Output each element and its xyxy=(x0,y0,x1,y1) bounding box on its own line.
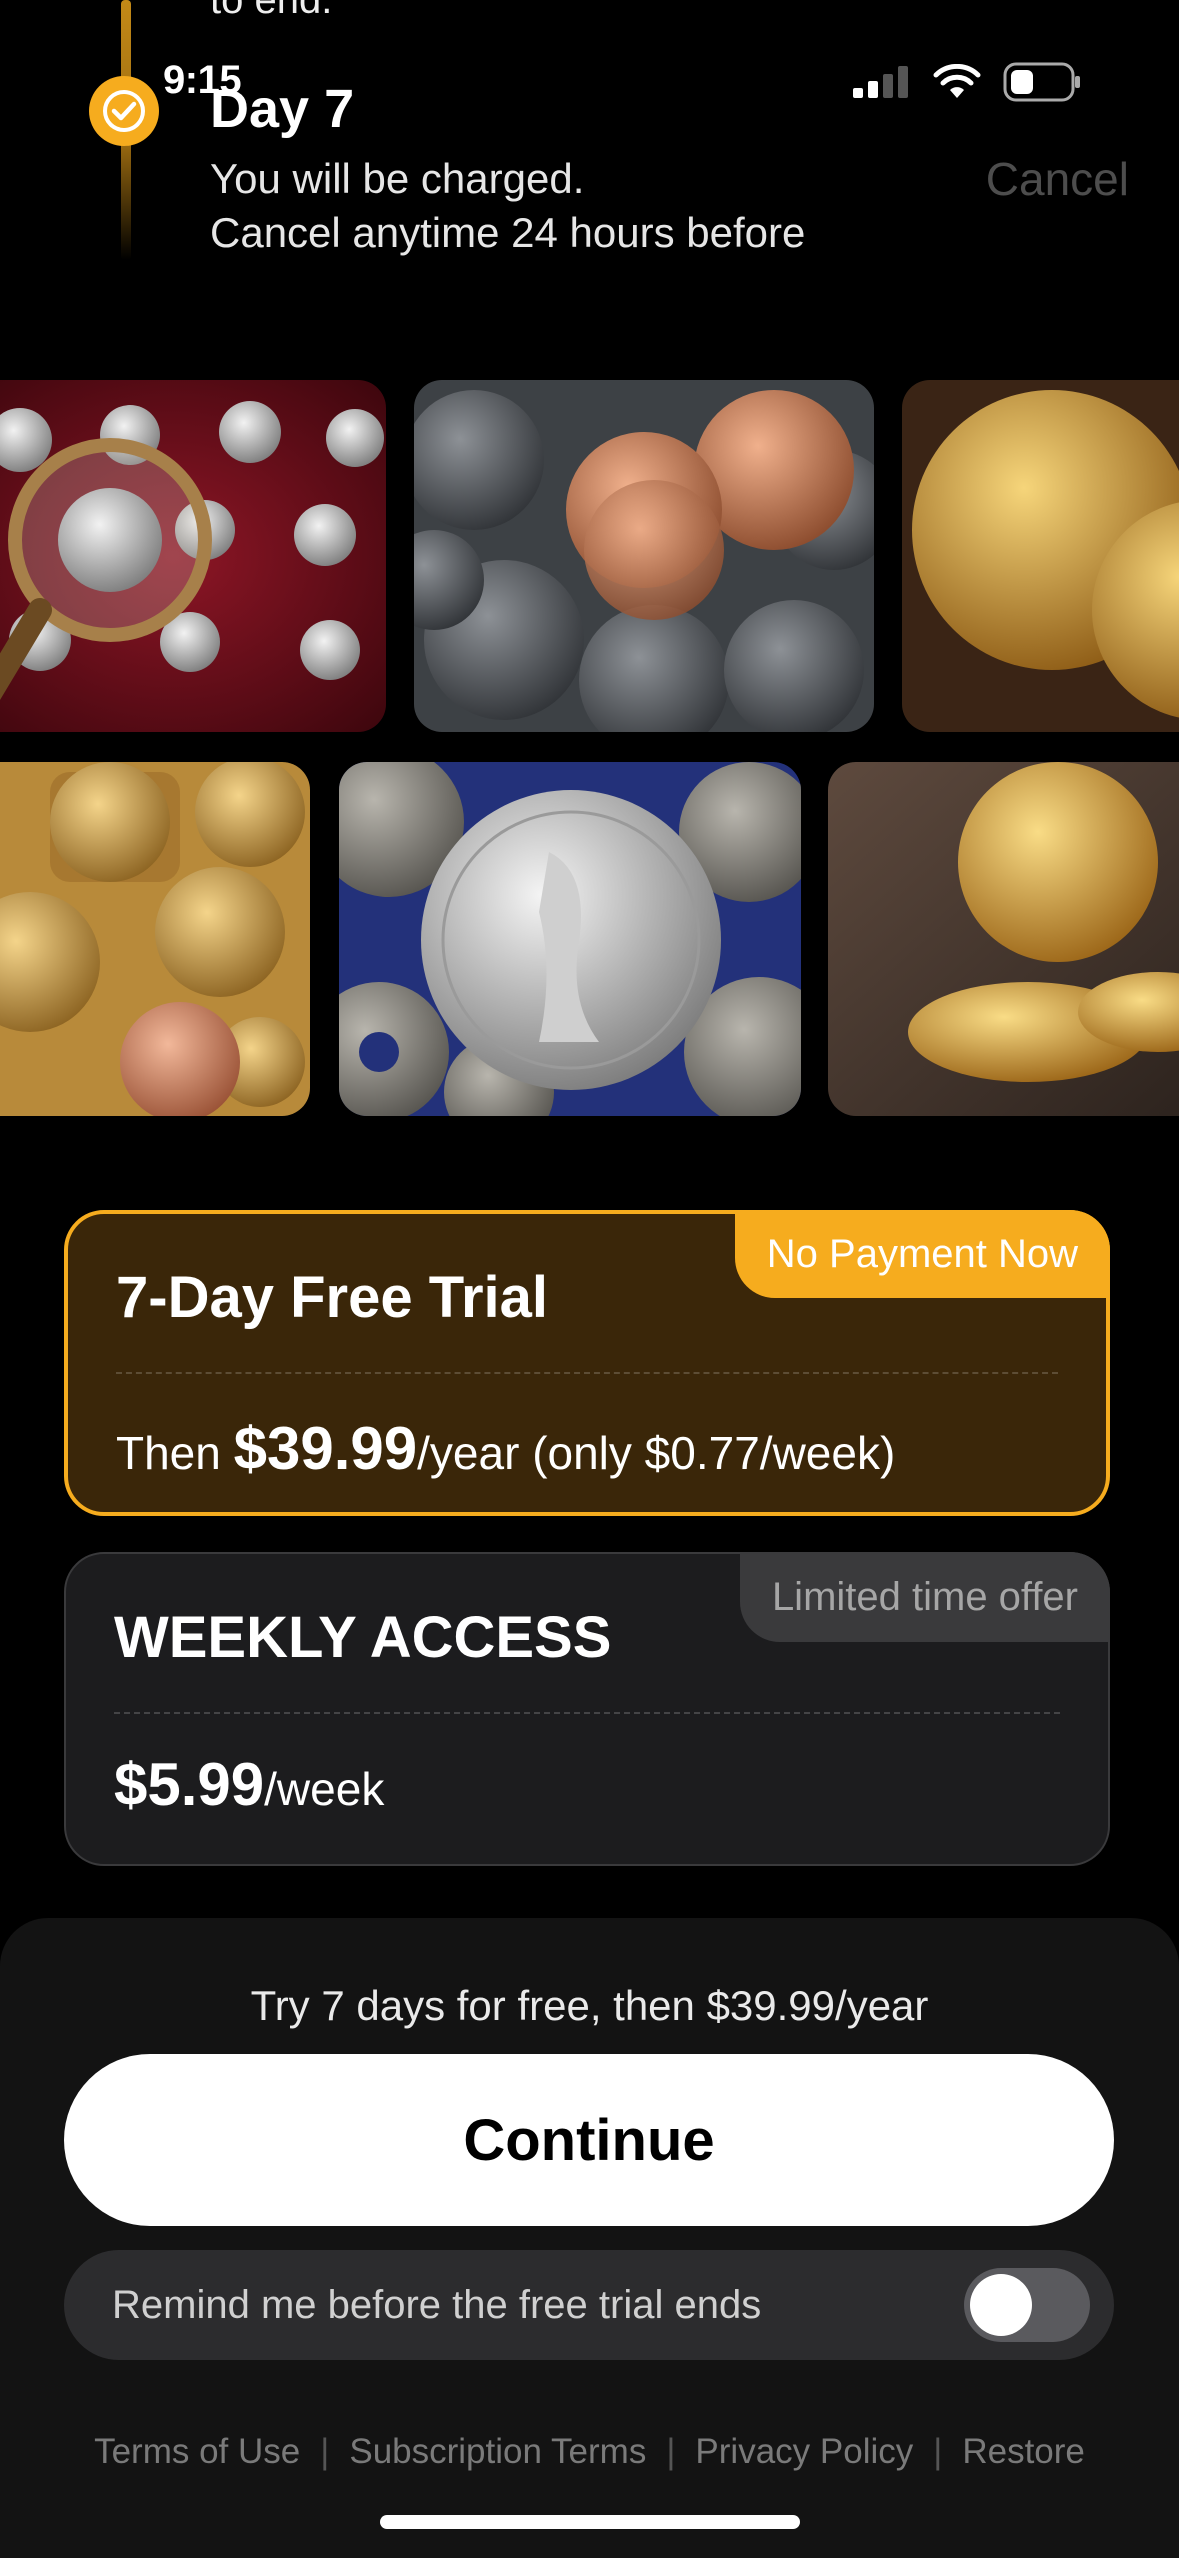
status-time: 9:15 xyxy=(163,58,242,102)
gold-sovereign-photo xyxy=(828,762,1179,1116)
euro-cent-coins-photo xyxy=(0,762,310,1116)
remind-toggle-row[interactable]: Remind me before the free trial ends xyxy=(64,2250,1114,2360)
terms-of-use-link[interactable]: Terms of Use xyxy=(94,2432,300,2472)
limited-offer-badge: Limited time offer xyxy=(739,1552,1110,1642)
plan-trial-price: $39.99 xyxy=(233,1415,418,1482)
us-pennies-photo xyxy=(414,380,874,732)
plan-trial-divider xyxy=(116,1372,1058,1374)
battery-icon xyxy=(1003,62,1080,102)
check-circle-icon xyxy=(89,76,159,146)
toggle-knob xyxy=(970,2274,1032,2336)
plan-trial-card[interactable]: No Payment Now 7-Day Free Trial Then $39… xyxy=(64,1210,1110,1516)
offer-summary-text: Try 7 days for free, then $39.99/year xyxy=(250,1982,929,2029)
cellular-signal-icon xyxy=(853,66,908,98)
footer-separator: | xyxy=(320,2432,330,2471)
remind-toggle-switch[interactable] xyxy=(964,2268,1090,2342)
wifi-icon xyxy=(933,64,981,98)
plan-weekly-price-suffix: /week xyxy=(264,1763,385,1815)
previous-step-text: to end. xyxy=(210,0,333,22)
day-description-line2: Cancel anytime 24 hours before xyxy=(210,209,806,256)
status-icons xyxy=(853,62,1081,102)
no-payment-badge: No Payment Now xyxy=(734,1210,1110,1298)
home-indicator[interactable] xyxy=(380,2515,800,2529)
plan-trial-price-line: Then $39.99/year (only $0.77/week) xyxy=(116,1414,895,1483)
plan-weekly-title: WEEKLY ACCESS xyxy=(114,1605,612,1670)
plan-weekly-divider xyxy=(114,1712,1060,1714)
day-description-line1: You will be charged. xyxy=(210,155,585,202)
footer-links: Terms of Use | Subscription Terms | Priv… xyxy=(0,2432,1179,2472)
plan-weekly-price-line: $5.99/week xyxy=(114,1750,384,1819)
restore-link[interactable]: Restore xyxy=(962,2432,1085,2472)
day-description: You will be charged. Cancel anytime 24 h… xyxy=(210,152,805,260)
silver-coins-magnifier-photo xyxy=(0,380,386,732)
plan-weekly-price: $5.99 xyxy=(114,1751,265,1818)
gold-coins-photo xyxy=(902,380,1179,732)
plan-weekly-card[interactable]: Limited time offer WEEKLY ACCESS $5.99/w… xyxy=(64,1552,1110,1866)
plan-trial-price-prefix: Then xyxy=(116,1427,234,1479)
footer-separator: | xyxy=(933,2432,943,2471)
continue-button[interactable]: Continue xyxy=(64,2054,1114,2226)
cancel-button[interactable]: Cancel xyxy=(986,152,1129,206)
footer-separator: | xyxy=(666,2432,676,2471)
plan-trial-price-suffix: /year (only $0.77/week) xyxy=(417,1427,896,1479)
remind-label: Remind me before the free trial ends xyxy=(112,2282,762,2327)
privacy-policy-link[interactable]: Privacy Policy xyxy=(695,2432,913,2472)
subscription-terms-link[interactable]: Subscription Terms xyxy=(349,2432,646,2472)
french-franc-coin-photo xyxy=(339,762,801,1116)
plan-trial-title: 7-Day Free Trial xyxy=(116,1265,548,1330)
